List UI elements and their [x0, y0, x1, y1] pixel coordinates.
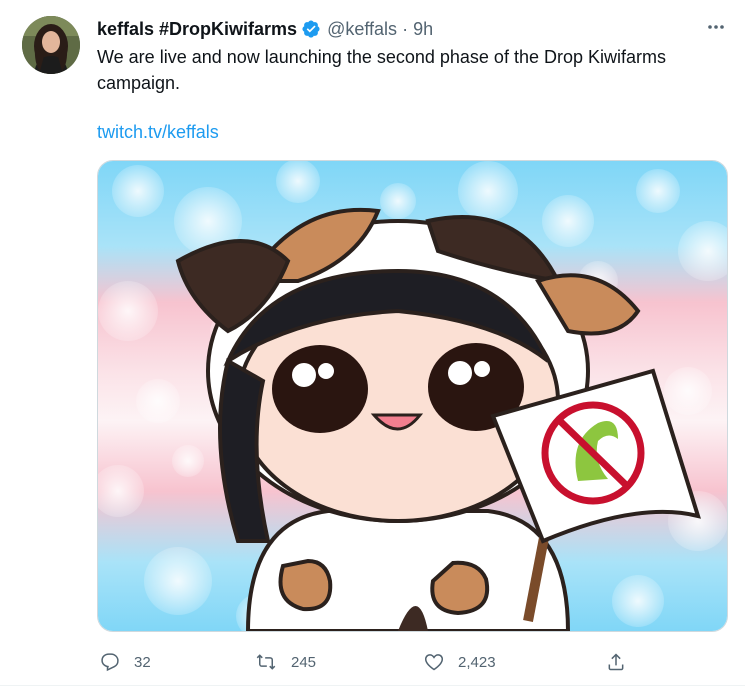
avatar-image: [22, 16, 80, 74]
retweet-count: 245: [291, 653, 317, 671]
avatar[interactable]: [22, 16, 80, 74]
tweet-text: We are live and now launching the second…: [97, 47, 666, 93]
heart-icon: [424, 654, 444, 671]
like-count: 2,423: [458, 653, 496, 671]
tweet-media[interactable]: [97, 160, 728, 632]
verified-badge-icon: [301, 19, 321, 39]
timestamp[interactable]: 9h: [413, 19, 433, 40]
handle[interactable]: @keffals: [327, 19, 397, 40]
like-button[interactable]: 2,423: [424, 650, 496, 674]
share-button[interactable]: [606, 650, 626, 674]
retweet-icon: [256, 654, 276, 670]
cartoon-character-with-sign-image: [98, 161, 727, 631]
separator-dot: ·: [402, 18, 409, 39]
more-icon: [708, 25, 724, 29]
tweet-link[interactable]: twitch.tv/keffals: [97, 119, 219, 145]
retweet-button[interactable]: 245: [255, 650, 316, 674]
reply-button[interactable]: 32: [100, 650, 151, 674]
more-options-button[interactable]: [705, 16, 727, 38]
reply-icon: [101, 653, 119, 672]
tweet-actions: 32 245 2,423: [97, 650, 637, 674]
tweet[interactable]: keffals #DropKiwifarms @keffals · 9h We …: [0, 0, 745, 686]
share-icon: [608, 653, 624, 671]
tweet-header: keffals #DropKiwifarms @keffals · 9h: [97, 18, 433, 40]
display-name[interactable]: keffals #DropKiwifarms: [97, 19, 297, 40]
reply-count: 32: [134, 653, 151, 671]
